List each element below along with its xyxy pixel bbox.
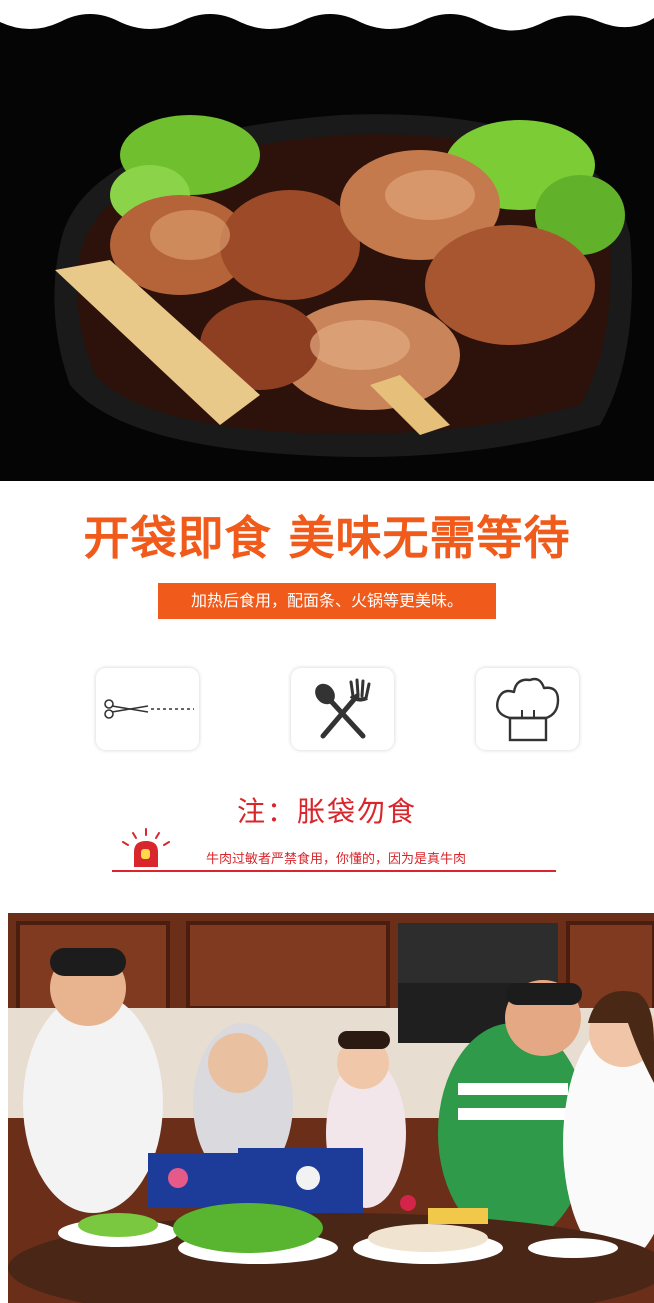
beef-dish-image — [54, 114, 632, 458]
scissors-card — [96, 668, 199, 750]
wave-border — [0, 0, 654, 31]
subtitle-text: 加热后食用，配面条、火锅等更美味。 — [190, 591, 463, 610]
scissors-icon — [104, 699, 194, 719]
food-photo — [0, 0, 654, 481]
fork-spoon-icon — [315, 678, 371, 739]
headline: 开袋即食 美味无需等待 — [83, 511, 571, 565]
alarm-icon — [122, 828, 170, 867]
warning-divider — [112, 870, 556, 872]
warning-note: 牛肉过敏者严禁食用，你懂的，因为是真牛肉 — [206, 852, 467, 867]
family-dinner-image — [8, 913, 654, 1303]
chef-hat-card — [476, 668, 579, 750]
fork-spoon-card — [291, 668, 394, 750]
subtitle-bar: 加热后食用，配面条、火锅等更美味。 — [158, 583, 496, 619]
family-dinner-photo — [8, 913, 654, 1303]
chef-hat-icon — [496, 677, 560, 742]
warning-title: 注：胀袋勿食 — [236, 795, 417, 828]
